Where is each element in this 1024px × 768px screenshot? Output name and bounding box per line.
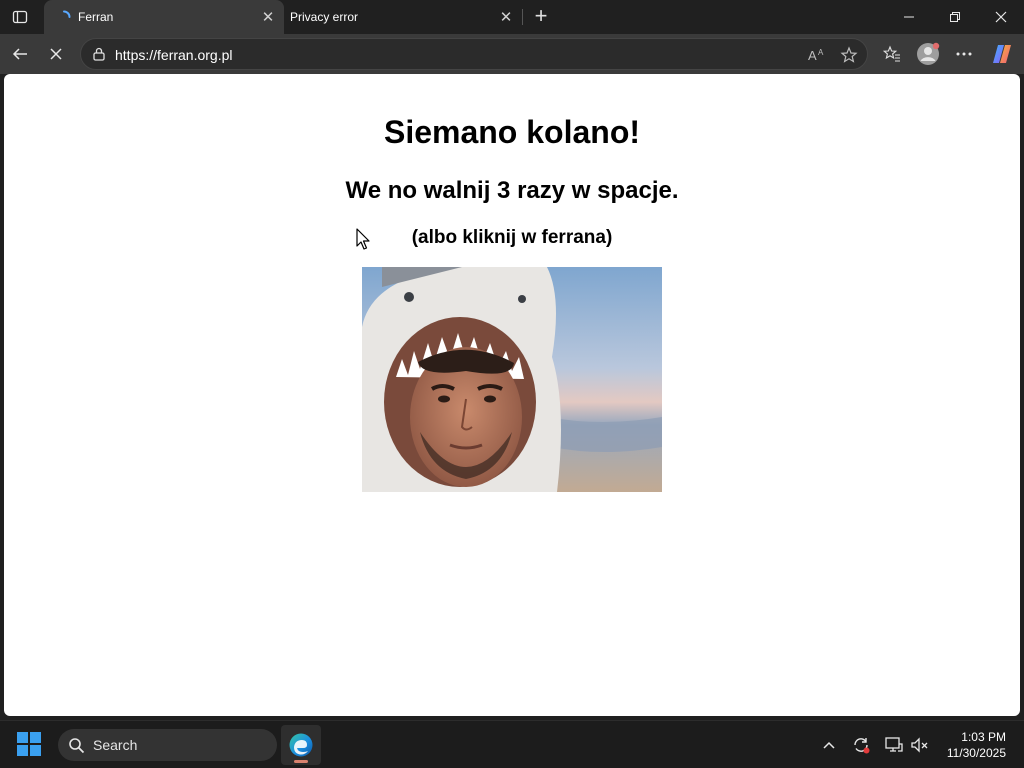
clock-time: 1:03 PM xyxy=(961,730,1006,744)
display-icon[interactable] xyxy=(884,735,904,755)
taskbar-search-box[interactable]: Search xyxy=(58,729,277,761)
edge-taskbar-icon[interactable] xyxy=(281,725,321,765)
speaker-muted-icon[interactable] xyxy=(910,735,930,755)
sync-icon[interactable] xyxy=(851,735,871,755)
more-menu-icon[interactable] xyxy=(950,40,978,68)
page-hint: (albo kliknij w ferrana) xyxy=(411,227,613,248)
close-window-icon[interactable] xyxy=(978,0,1024,34)
browser-toolbar: https://ferran.org.pl AA xyxy=(0,34,1024,74)
svg-text:A: A xyxy=(808,48,817,63)
tab-actions-icon[interactable] xyxy=(6,4,34,30)
svg-text:A: A xyxy=(818,48,824,57)
clock-date: 11/30/2025 xyxy=(946,746,1006,760)
browser-window: Ferran ✕ Privacy error ✕ + https://ferra… xyxy=(0,0,1024,768)
minimize-icon[interactable] xyxy=(886,0,932,34)
close-tab-icon[interactable]: ✕ xyxy=(496,7,516,27)
windows-start-icon[interactable] xyxy=(16,731,46,761)
copilot-icon[interactable] xyxy=(988,40,1016,68)
url-text[interactable]: https://ferran.org.pl xyxy=(115,47,233,63)
chevron-up-icon[interactable] xyxy=(819,735,839,755)
close-tab-icon[interactable]: ✕ xyxy=(258,7,278,27)
favorites-icon[interactable] xyxy=(878,40,906,68)
tab-strip: Ferran ✕ Privacy error ✕ + xyxy=(0,0,1024,34)
profile-avatar-icon[interactable] xyxy=(914,40,942,68)
tab-separator xyxy=(522,9,523,25)
page-subtitle: We no walnij 3 razy w spacje. xyxy=(345,177,679,204)
page-viewport: Siemano kolano! We no walnij 3 razy w sp… xyxy=(4,74,1020,716)
active-app-indicator xyxy=(294,760,308,763)
back-icon[interactable] xyxy=(6,40,34,68)
search-icon xyxy=(69,738,85,754)
tab-title: Privacy error xyxy=(290,10,359,24)
mouse-cursor-icon xyxy=(356,228,370,250)
page-content: Siemano kolano! We no walnij 3 razy w sp… xyxy=(4,114,1020,492)
page-title: Siemano kolano! xyxy=(383,114,641,150)
system-clock[interactable]: 1:03 PM 11/30/2025 xyxy=(947,729,1006,761)
favorite-star-icon[interactable] xyxy=(838,44,860,66)
search-label: Search xyxy=(93,737,138,753)
tab-title: Ferran xyxy=(78,10,114,24)
ferran-photo[interactable] xyxy=(362,267,662,492)
tab-ferran[interactable]: Ferran ✕ xyxy=(44,0,284,34)
tab-privacy-error[interactable]: Privacy error ✕ xyxy=(284,0,522,34)
new-tab-button[interactable]: + xyxy=(530,3,552,28)
lock-icon[interactable] xyxy=(91,46,107,62)
restore-icon[interactable] xyxy=(932,0,978,34)
address-bar[interactable]: https://ferran.org.pl AA xyxy=(80,38,868,70)
loading-spinner-icon xyxy=(56,9,72,25)
stop-loading-icon[interactable] xyxy=(42,40,70,68)
taskbar: Search 1:03 PM 11/30/2025 xyxy=(0,720,1024,768)
read-aloud-icon[interactable]: AA xyxy=(806,44,828,66)
